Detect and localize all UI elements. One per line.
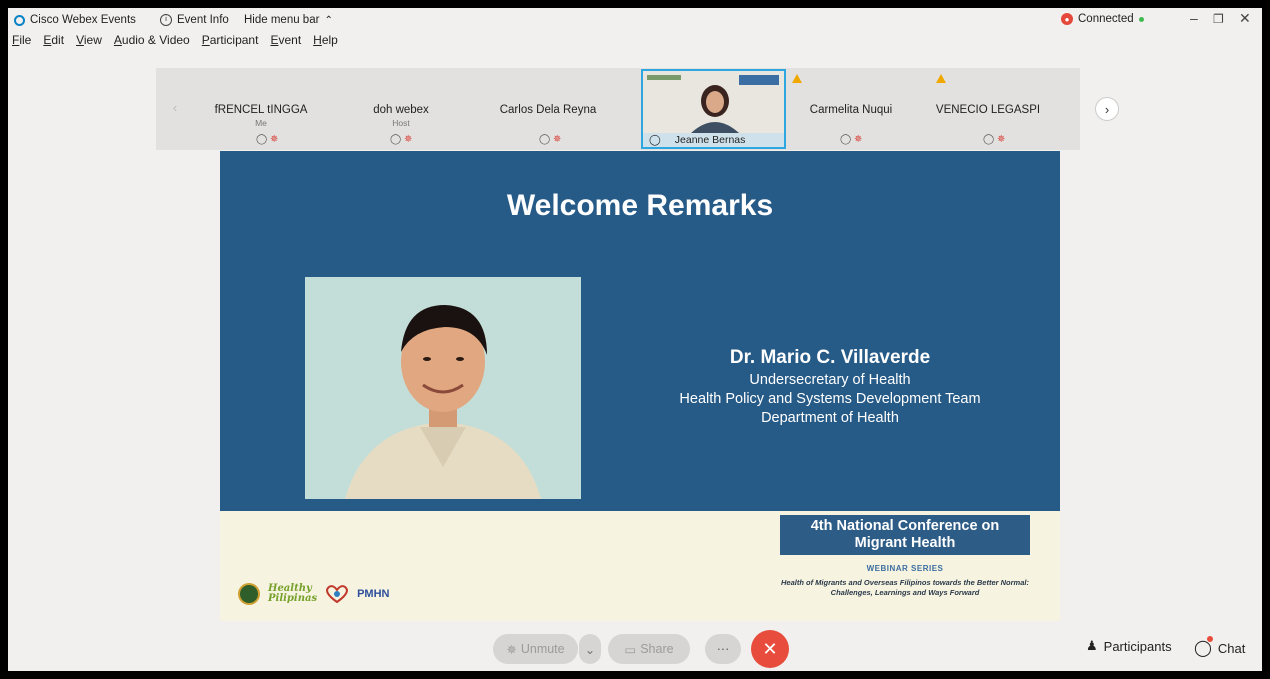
- participants-button[interactable]: ♟ Participants: [1086, 638, 1172, 654]
- mic-muted-icon: ✵: [853, 134, 863, 145]
- healthy-pilipinas-logo: Healthy Pilipinas: [268, 584, 317, 604]
- speaker-video: [643, 71, 784, 133]
- active-speaker-bar: ◯ Jeanne Bernas: [643, 133, 784, 147]
- webex-window: Cisco Webex Events i Event Info Hide men…: [8, 8, 1262, 671]
- participant-role: Host: [392, 118, 410, 128]
- menu-view[interactable]: View: [76, 33, 102, 47]
- participant-tile[interactable]: Carlos Dela Reyna: [488, 44, 608, 116]
- app-title: Cisco Webex Events: [14, 14, 136, 26]
- speaker-position: Undersecretary of Health: [749, 372, 911, 388]
- participant-tile[interactable]: Carmelita Nuqui: [791, 44, 911, 116]
- participant-audio-icons: ◯ ✵: [256, 134, 279, 145]
- speaker-photo: [305, 277, 581, 499]
- participant-tile[interactable]: doh webex Host: [341, 44, 461, 128]
- shared-slide: Welcome Remarks Dr. Mario C. Villaverde …: [220, 151, 1060, 621]
- webex-logo-icon: [14, 14, 25, 26]
- app-name: Cisco Webex Events: [30, 14, 136, 26]
- chevron-down-icon: ⌄: [584, 642, 596, 657]
- conference-banner: 4th National Conference on Migrant Healt…: [780, 515, 1030, 555]
- participant-name: Jeanne Bernas: [674, 134, 746, 146]
- warning-icon: [792, 74, 802, 83]
- connection-label: Connected: [1078, 13, 1134, 25]
- restore-button[interactable]: ❐: [1213, 12, 1224, 26]
- menu-edit[interactable]: Edit: [43, 33, 64, 47]
- strip-next-button[interactable]: ›: [1095, 97, 1119, 121]
- subtitle-line: Health of Migrants and Overseas Filipino…: [781, 578, 1029, 587]
- participant-name: VENECIO LEGASPI: [935, 104, 1041, 116]
- mic-muted-icon: ✵: [403, 134, 413, 145]
- warning-icon: [936, 74, 946, 83]
- slide-title: Welcome Remarks: [506, 189, 774, 222]
- participant-name: doh webex: [373, 104, 429, 116]
- audio-options-button[interactable]: ⌄: [579, 634, 601, 664]
- doh-seal-logo: [238, 583, 260, 605]
- participant-name: fRENCEL tINGGA: [214, 104, 308, 116]
- participant-audio-icons: ◯ ✵: [983, 134, 1006, 145]
- strip-prev-button[interactable]: ‹: [164, 96, 186, 118]
- footer-logos: Healthy Pilipinas PMHN: [238, 583, 389, 605]
- participants-icon: ♟: [1086, 638, 1098, 653]
- connected-dot-icon: [1138, 16, 1144, 22]
- recording-icon: ●: [1061, 13, 1073, 25]
- share-label: Share: [640, 642, 674, 656]
- conference-title-line1: 4th National Conference on: [810, 518, 1000, 534]
- mic-muted-icon: ✵: [506, 642, 517, 657]
- participant-name: Carmelita Nuqui: [809, 104, 893, 116]
- participant-role: Me: [255, 118, 267, 128]
- conference-subtitle: Health of Migrants and Overseas Filipino…: [775, 578, 1035, 598]
- speaker-department: Department of Health: [761, 410, 899, 426]
- participant-audio-icons: ◯ ✵: [840, 134, 863, 145]
- chat-notification-dot: [1207, 636, 1213, 642]
- speaker-info: Dr. Mario C. Villaverde Undersecretary o…: [650, 347, 1010, 426]
- chat-button[interactable]: ◯ Chat: [1194, 638, 1245, 658]
- chat-label: Chat: [1217, 640, 1246, 656]
- mic-muted-icon: ✵: [269, 134, 279, 145]
- more-options-button[interactable]: ···: [705, 634, 741, 664]
- info-icon: i: [160, 14, 172, 26]
- participants-label: Participants: [1103, 638, 1172, 654]
- event-info-button[interactable]: i Event Info: [160, 14, 229, 26]
- close-button[interactable]: ✕: [1239, 10, 1251, 27]
- pmhn-heart-logo: [326, 585, 348, 603]
- chevron-up-icon: ⌃: [324, 14, 333, 26]
- title-bar: Cisco Webex Events i Event Info Hide men…: [8, 8, 1262, 32]
- active-speaker-tile[interactable]: ◯ Jeanne Bernas: [641, 69, 786, 149]
- menu-file[interactable]: File: [12, 33, 31, 47]
- participant-audio-icons: ◯ ✵: [390, 134, 413, 145]
- unmute-label: Unmute: [520, 642, 565, 656]
- minimize-button[interactable]: –: [1190, 10, 1198, 26]
- slide-footer: 4th National Conference on Migrant Healt…: [220, 511, 1060, 621]
- hide-menu-label: Hide menu bar: [244, 14, 320, 26]
- logo-pilipinas: Pilipinas: [268, 593, 318, 604]
- hide-menu-bar-button[interactable]: Hide menu bar ⌃: [244, 14, 333, 26]
- leave-meeting-button[interactable]: ✕: [751, 630, 789, 668]
- audio-icon: ◯: [649, 134, 661, 146]
- mic-muted-icon: ✵: [996, 134, 1006, 145]
- conference-title-line2: Migrant Health: [854, 535, 956, 551]
- pmhn-logo-text: PMHN: [357, 588, 390, 600]
- share-icon: ▭: [624, 642, 637, 657]
- connection-status[interactable]: ● Connected: [1061, 13, 1144, 25]
- speaker-team: Health Policy and Systems Development Te…: [679, 391, 981, 407]
- webinar-series-label: WEBINAR SERIES: [866, 564, 944, 573]
- share-button[interactable]: ▭ Share: [608, 634, 690, 664]
- close-icon: ✕: [762, 638, 778, 659]
- participant-tile[interactable]: VENECIO LEGASPI: [928, 44, 1048, 116]
- participant-name: Carlos Dela Reyna: [499, 104, 597, 116]
- unmute-button[interactable]: ✵ Unmute: [493, 634, 578, 664]
- participant-tile[interactable]: fRENCEL tINGGA Me: [201, 44, 321, 128]
- mic-muted-icon: ✵: [552, 134, 562, 145]
- more-icon: ···: [716, 642, 730, 656]
- event-info-label: Event Info: [177, 14, 229, 26]
- meeting-controls: ✵ Unmute ⌄ ▭ Share ··· ✕ ♟ Participants …: [8, 626, 1262, 671]
- participant-audio-icons: ◯ ✵: [539, 134, 562, 145]
- speaker-name: Dr. Mario C. Villaverde: [729, 347, 931, 368]
- subtitle-line: Challenges, Learnings and Ways Forward: [830, 588, 980, 597]
- menu-audio-video[interactable]: Audio & Video: [114, 33, 190, 47]
